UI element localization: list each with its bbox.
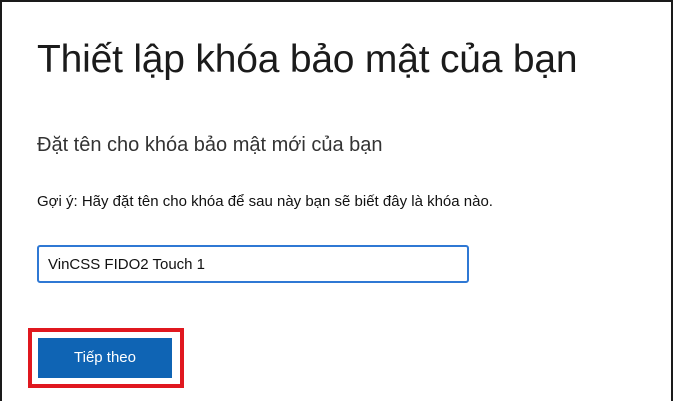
hint-text: Gợi ý: Hãy đặt tên cho khóa để sau này b… <box>37 193 493 210</box>
page-title: Thiết lập khóa bảo mật của bạn <box>37 38 578 81</box>
security-key-name-input[interactable] <box>37 245 469 283</box>
subtitle: Đặt tên cho khóa bảo mật mới của bạn <box>37 134 383 156</box>
security-key-setup-dialog: Thiết lập khóa bảo mật của bạn Đặt tên c… <box>0 0 673 401</box>
next-button[interactable]: Tiếp theo <box>38 338 172 378</box>
